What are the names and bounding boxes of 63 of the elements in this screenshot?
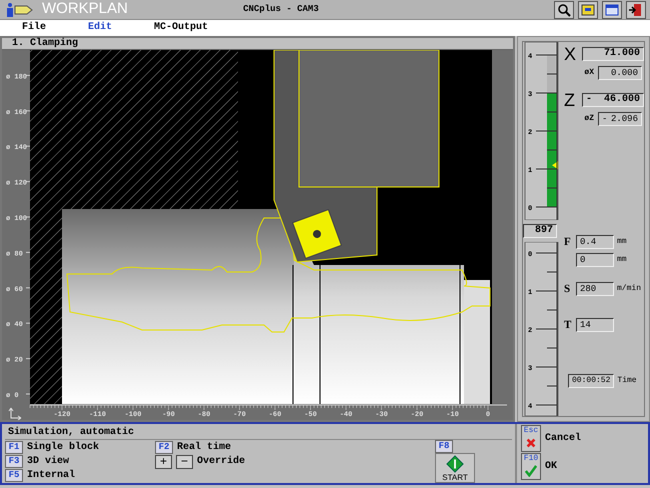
delta-label: øZ [583, 113, 594, 125]
delta-label: øX [583, 67, 594, 79]
menu-item[interactable]: File [0, 20, 46, 36]
magnifier-icon [556, 2, 572, 18]
function-key[interactable]: F5 [5, 468, 23, 482]
unit-label: mm [617, 254, 627, 266]
function-key[interactable]: F1 [5, 440, 23, 454]
checkmark-icon [525, 465, 537, 477]
option-label: Internal [27, 468, 76, 482]
parameter-field: 0.4 [576, 235, 614, 250]
parameter-letter: F [564, 235, 572, 250]
start-button[interactable]: START [435, 453, 475, 483]
function-key[interactable]: F2 [155, 440, 173, 454]
toolbar-button[interactable] [602, 0, 622, 18]
toolbar-button[interactable] [626, 0, 646, 18]
minus-button[interactable]: − [176, 454, 193, 468]
option-label: Real time [177, 440, 232, 454]
axis-letter: X [564, 46, 578, 62]
speed-value: 897 [523, 224, 557, 238]
key-label: F10 [524, 454, 538, 463]
coordinate-value: 71.000 [604, 48, 640, 60]
app-title: WORKPLAN [42, 0, 128, 20]
plus-button[interactable]: + [155, 454, 172, 468]
delta-value: 2.096 [610, 113, 638, 125]
function-key[interactable]: F8 [435, 440, 453, 453]
function-key-button[interactable]: F10 [521, 453, 541, 480]
folder-icon [580, 2, 596, 18]
start-diamond-icon [446, 454, 464, 472]
pointer-icon [552, 161, 558, 170]
parameter-field: 14 [576, 318, 614, 332]
menu-item[interactable]: MC-Output [132, 20, 208, 36]
exit-icon [628, 2, 644, 18]
cross-icon [525, 437, 537, 449]
parameter-field: 280 [576, 282, 614, 296]
axis-orientation-icon [8, 408, 22, 420]
option-label: 3D view [27, 454, 70, 468]
delta-value: 0.000 [610, 67, 638, 79]
option-label: Single block [27, 440, 100, 454]
toolbar-button[interactable] [554, 0, 574, 18]
option-label: Override [197, 454, 246, 469]
parameter-letter: S [564, 282, 572, 296]
axis-letter: Z [564, 92, 576, 108]
action-label: Cancel [545, 432, 582, 446]
unit-label: m/min [617, 282, 642, 295]
window-icon [604, 2, 620, 18]
person-arrow-icon [4, 2, 34, 18]
parameter-field: 0 [576, 252, 614, 266]
sign-text: - [602, 113, 608, 125]
function-key-button[interactable]: Esc [521, 425, 541, 452]
window-title: CNCplus - CAM3 [243, 2, 320, 16]
time-field: 00:00:52 [568, 374, 614, 388]
toolbar-button[interactable] [578, 0, 598, 18]
function-key[interactable]: F3 [5, 454, 23, 468]
panel-title: Simulation, automatic [5, 426, 512, 440]
coordinate-value: 46.000 [604, 94, 640, 106]
menu-item[interactable]: Edit [66, 20, 112, 36]
parameter-letter: T [564, 318, 572, 333]
unit-label: mm [617, 236, 627, 248]
action-label: OK [545, 460, 558, 474]
view-title: 1. Clamping [2, 38, 513, 50]
key-label: Esc [524, 426, 538, 435]
sign-text: - [586, 94, 592, 106]
time-label: Time [617, 374, 637, 386]
